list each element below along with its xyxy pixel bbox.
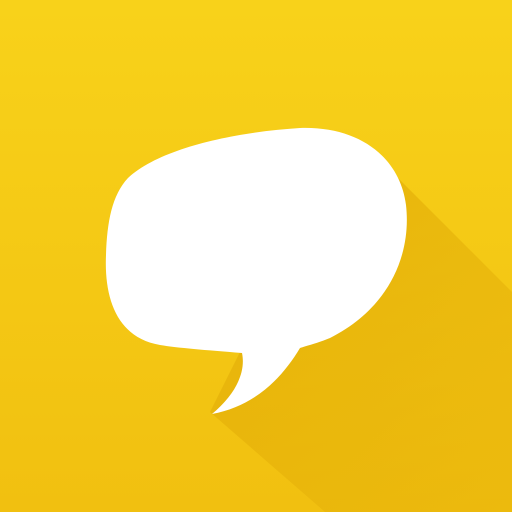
app-icon — [0, 0, 512, 512]
app-icon-graphic — [0, 0, 512, 512]
